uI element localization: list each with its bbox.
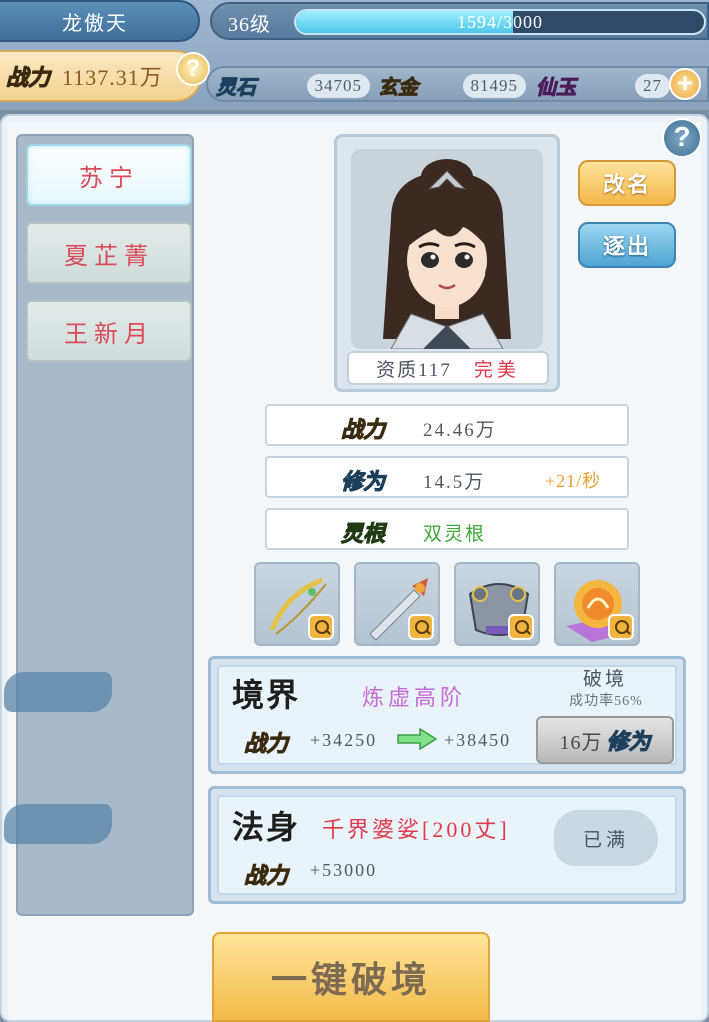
disciple-list: 苏宁 夏芷菁 王新月 (16, 134, 194, 916)
stat-value: 24.46万 (423, 420, 497, 441)
disciple-item-su-ning[interactable]: 苏宁 (26, 144, 192, 206)
realm-stage: 炼虚高阶 (362, 685, 467, 710)
resource-value: 34705 (306, 74, 370, 98)
cultivation-rate: +21/秒 (545, 471, 602, 491)
magnify-icon[interactable] (608, 614, 634, 640)
equip-slot-1[interactable] (254, 562, 340, 646)
body-status-badge: 已满 (554, 810, 658, 866)
player-name[interactable]: 龙傲天 (0, 0, 200, 42)
stat-label: 灵根 (340, 521, 386, 547)
realm-title: 境界 (232, 677, 301, 713)
disciple-item-wang-xinyue[interactable]: 王新月 (26, 300, 192, 362)
breakthrough-success-rate: 成功率56% (569, 694, 643, 709)
disciple-item-xia-zhijing[interactable]: 夏芷菁 (26, 222, 192, 284)
character-illustration (383, 159, 511, 349)
player-level: 36级 (228, 14, 271, 36)
equip-slot-3[interactable] (454, 562, 540, 646)
rename-button[interactable]: 改名 (578, 160, 676, 206)
body-brush-decoration (4, 804, 112, 844)
realm-power-next: +38450 (444, 730, 512, 750)
stat-power-row: 战力 24.46万 (265, 404, 629, 446)
resource-spirit-stone: 灵石 34705 (216, 71, 374, 99)
breakthrough-button[interactable]: 16万 修为 (536, 716, 674, 764)
portrait-frame: 资质117 完美 (334, 134, 560, 392)
one-click-breakthrough-button[interactable]: 一键破境 (212, 932, 490, 1022)
resource-immortal-jade: 仙玉 27 (536, 71, 676, 99)
body-power-label: 战力 (243, 863, 289, 889)
total-power-value: 1137.31万 (62, 65, 163, 90)
aptitude-badge: 资质117 完美 (347, 351, 549, 385)
aptitude-value: 资质117 (376, 359, 452, 381)
equip-slot-2[interactable] (354, 562, 440, 646)
realm-power-current: +34250 (310, 730, 378, 750)
aptitude-grade: 完美 (473, 359, 520, 381)
realm-power-label: 战力 (243, 731, 289, 757)
stat-value: 双灵根 (423, 524, 487, 545)
expel-button[interactable]: 逐出 (578, 222, 676, 268)
stat-value: 14.5万 (423, 472, 486, 493)
breakthrough-cost-unit: 修为 (606, 729, 651, 755)
body-name: 千界婆娑[200丈] (322, 817, 510, 842)
magnify-icon[interactable] (408, 614, 434, 640)
power-help-icon[interactable]: ? (176, 52, 210, 86)
realm-brush-decoration (4, 672, 112, 712)
resource-strip: 灵石 34705 玄金 81495 仙玉 27 (206, 66, 709, 102)
resource-mystic-gold: 玄金 81495 (378, 71, 530, 99)
character-portrait (351, 149, 543, 349)
equip-slot-4[interactable] (554, 562, 640, 646)
resource-label: 灵石 (216, 76, 257, 99)
stat-cultivation-row: 修为 14.5万 +21/秒 (265, 456, 629, 498)
exp-text: 1594/3000 (456, 12, 543, 32)
stat-spirit-root-row: 灵根 双灵根 (265, 508, 629, 550)
body-power-value: +53000 (310, 860, 378, 880)
stat-label: 修为 (340, 469, 386, 495)
body-title: 法身 (232, 809, 301, 845)
total-power-plate: 战力 1137.31万 (0, 50, 202, 102)
resource-label: 玄金 (378, 76, 419, 99)
magnify-icon[interactable] (508, 614, 534, 640)
panel-help-icon[interactable]: ? (662, 118, 702, 158)
exp-bar: 1594/3000 (294, 9, 706, 35)
resource-value: 81495 (462, 74, 526, 98)
breakthrough-cost: 16万 (559, 731, 603, 754)
stat-label: 战力 (340, 417, 386, 443)
arrow-right-icon (397, 727, 438, 751)
resource-label: 仙玉 (536, 76, 577, 99)
level-panel: 36级 1594/3000 (210, 2, 709, 40)
total-power-label: 战力 (5, 65, 51, 91)
breakthrough-title: 破境 (582, 669, 627, 690)
magnify-icon[interactable] (308, 614, 334, 640)
resource-value: 27 (635, 74, 670, 98)
add-currency-button[interactable]: + (669, 68, 701, 100)
